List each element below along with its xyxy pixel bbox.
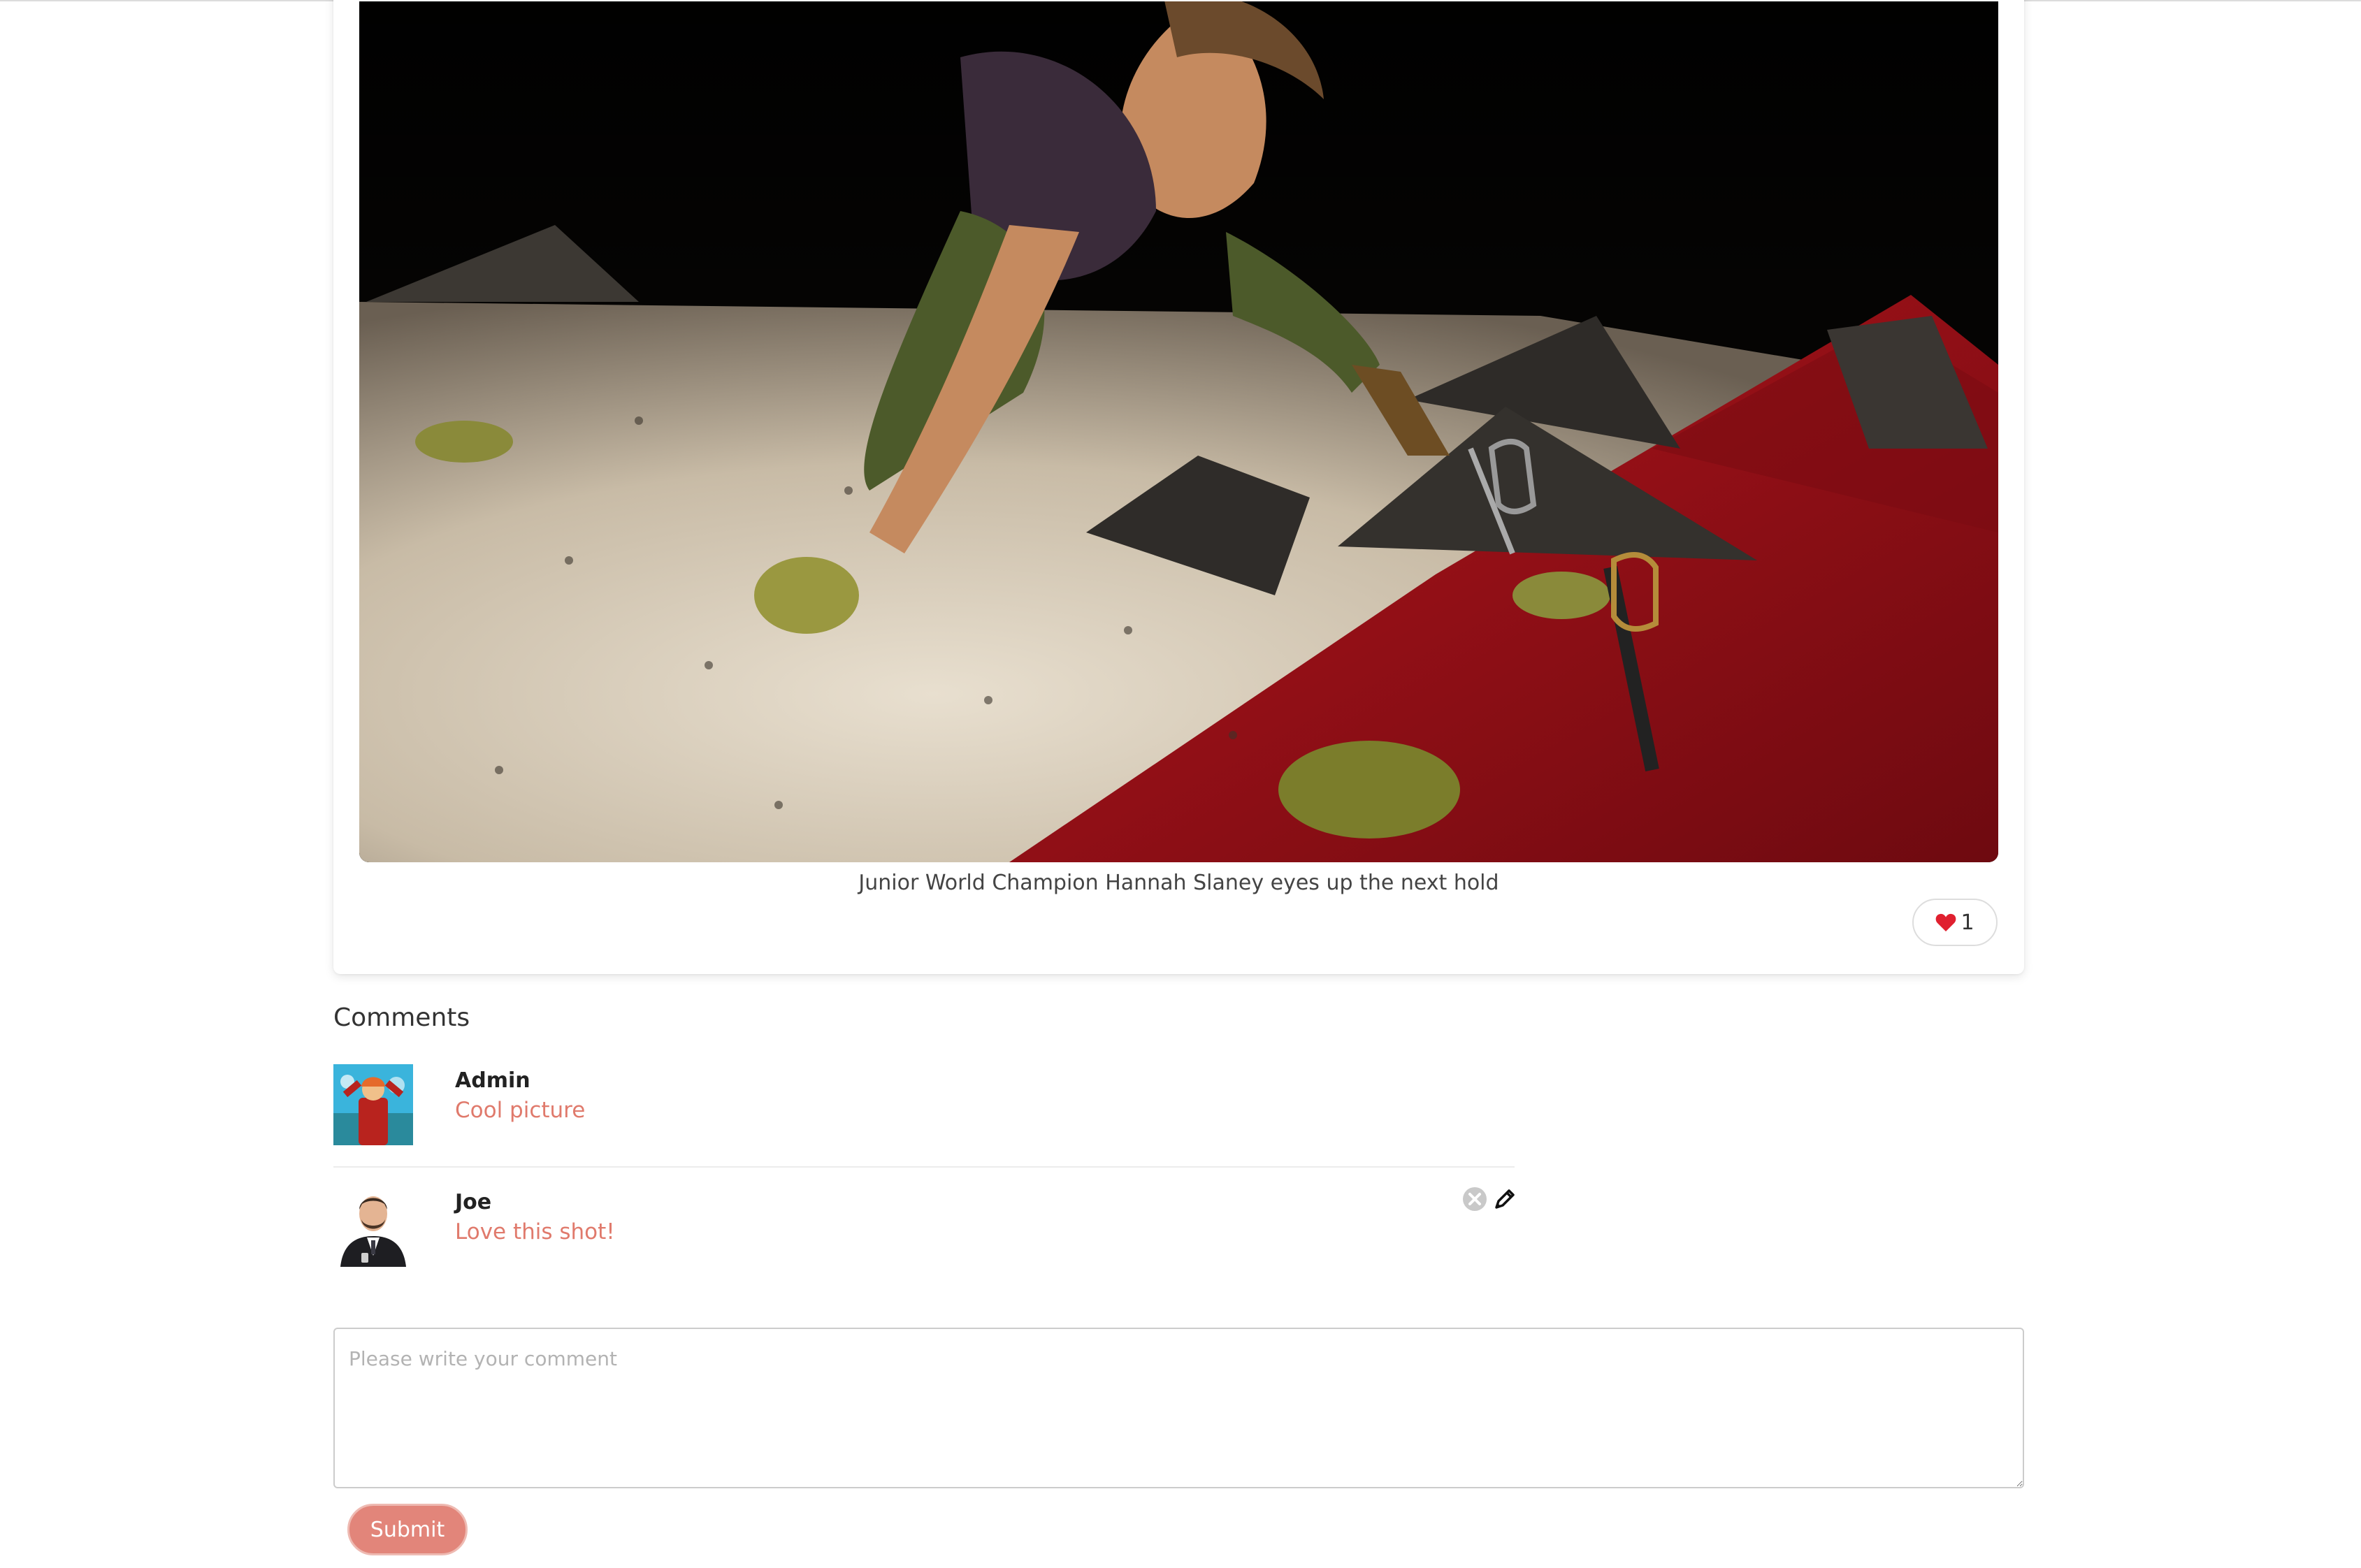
avatar xyxy=(333,1064,413,1145)
comments-heading: Comments xyxy=(333,1003,470,1032)
comment-author: Admin xyxy=(455,1068,530,1093)
like-button[interactable]: 1 xyxy=(1912,899,1998,946)
comment-author: Joe xyxy=(455,1190,492,1214)
climbing-photo xyxy=(359,1,1998,862)
comment-text: Cool picture xyxy=(455,1098,586,1123)
submit-button[interactable]: Submit xyxy=(347,1504,468,1555)
edit-comment-icon[interactable] xyxy=(1492,1186,1517,1212)
photo-detail-page: Junior World Champion Hannah Slaney eyes… xyxy=(0,0,2361,1568)
comment-text: Love this shot! xyxy=(455,1219,615,1244)
comment-input[interactable] xyxy=(333,1328,2024,1488)
delete-comment-icon[interactable] xyxy=(1461,1186,1488,1212)
like-count: 1 xyxy=(1961,910,1974,935)
heart-icon xyxy=(1935,913,1956,932)
comment-actions xyxy=(1461,1186,1517,1212)
comment-item: Admin Cool picture xyxy=(333,1064,1515,1168)
avatar xyxy=(333,1186,413,1267)
comment-item: Joe Love this shot! xyxy=(333,1186,1515,1270)
photo-caption: Junior World Champion Hannah Slaney eyes… xyxy=(858,871,1499,895)
